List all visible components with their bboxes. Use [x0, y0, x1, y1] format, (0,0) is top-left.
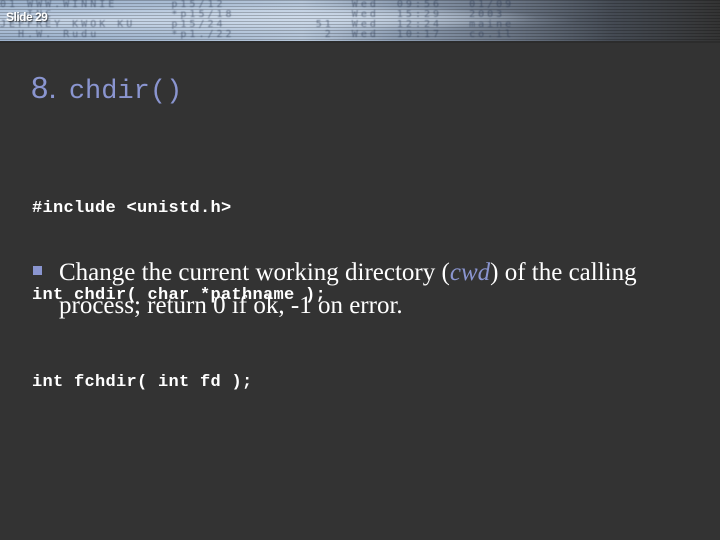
bullet-item: Change the current working directory (cw…: [59, 256, 679, 322]
square-bullet-icon: [33, 266, 42, 275]
slide: 01 WWW.WINNIE p15/12 Wed 09:56 01/09 INC…: [0, 0, 720, 540]
title-function-name: chdir(): [68, 77, 183, 107]
banner-line: H.W. Rudu *p1./22 2 Wed 10:17 co.il: [0, 29, 515, 40]
title-number: 8.: [31, 70, 57, 105]
banner-terminal-text: 01 WWW.WINNIE p15/12 Wed 09:56 01/09 INC…: [0, 0, 720, 41]
banner-divider: [0, 41, 720, 43]
slide-number: Slide 29: [6, 10, 48, 24]
slide-title: 8. chdir(): [31, 70, 182, 107]
code-line-fchdir: int fchdir( int fd );: [32, 373, 253, 392]
code-line-include: #include <unistd.h>: [32, 199, 232, 218]
bullet-text-before: Change the current working directory (: [59, 259, 450, 286]
bullet-emphasis-cwd: cwd: [449, 259, 491, 286]
header-banner-image: 01 WWW.WINNIE p15/12 Wed 09:56 01/09 INC…: [0, 0, 720, 41]
